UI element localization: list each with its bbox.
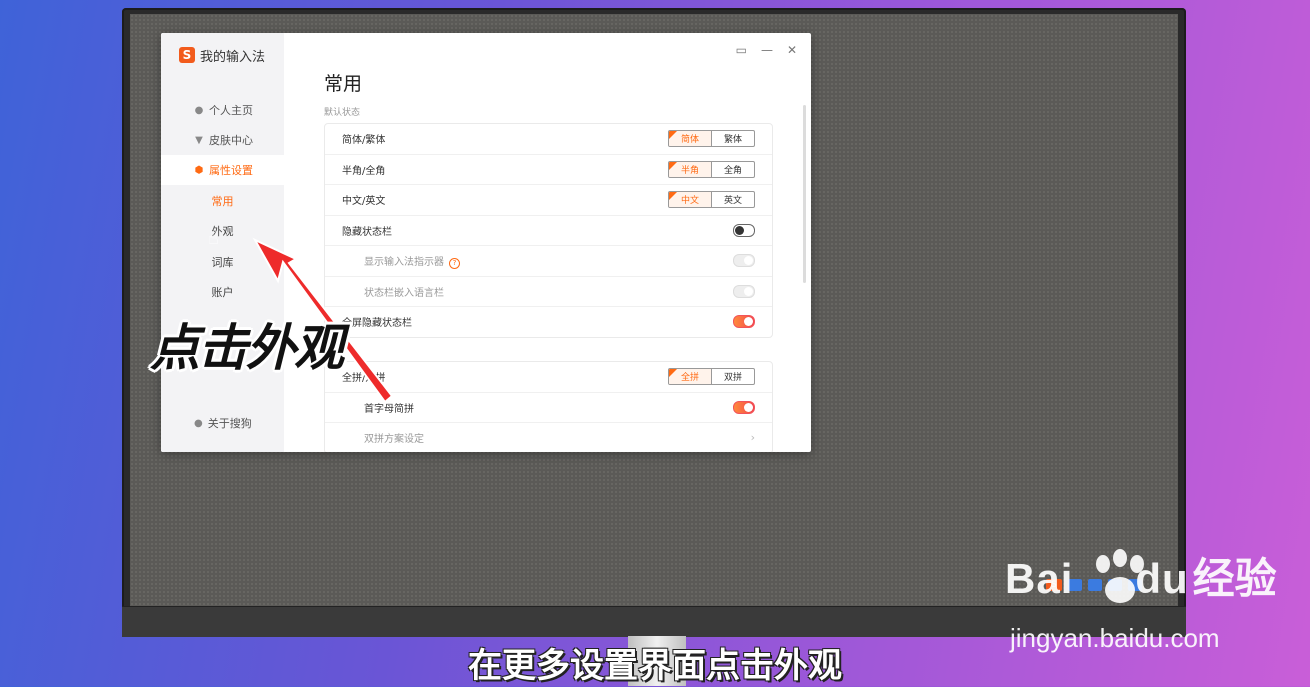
app-title: 我的输入法 <box>200 49 266 65</box>
setting-label: 状态栏嵌入语言栏 <box>364 287 444 299</box>
chinese-english-switch[interactable]: 中文 英文 <box>668 191 755 209</box>
sidebar-sub-appearance[interactable]: 外观 <box>161 216 284 246</box>
option-english[interactable]: 英文 <box>712 192 754 207</box>
option-fullwidth[interactable]: 全角 <box>712 162 754 177</box>
settings-card: 简体/繁体 简体 繁体 半角/全角 半角 全角 中文/英文 中文 英文 隐藏状态… <box>324 123 773 338</box>
watermark-brand-2: du <box>1135 555 1189 602</box>
sidebar-item-label: 属性设置 <box>209 164 253 177</box>
baidu-watermark: Bai du经验 <box>1005 545 1277 606</box>
overlay-big-text: 点击外观 <box>150 319 344 377</box>
watermark-brand: Bai <box>1005 555 1074 602</box>
option-double-pinyin[interactable]: 双拼 <box>712 369 754 384</box>
setting-label: 中文/英文 <box>342 196 386 208</box>
chevron-right-icon: › <box>750 431 755 445</box>
option-full-pinyin[interactable]: 全拼 <box>669 369 712 385</box>
setting-row: 隐藏状态栏 <box>325 216 772 246</box>
setting-row[interactable]: 双拼方案设定 › <box>325 423 772 452</box>
full-double-pinyin-switch[interactable]: 全拼 双拼 <box>668 368 755 386</box>
sidebar-sub-common[interactable]: 常用 <box>161 186 284 216</box>
option-simplified[interactable]: 简体 <box>669 131 712 147</box>
sidebar: S 我的输入法 ● 个人主页 ▼ 皮肤中心 ⬢ 属性设置 常用 外观 词库 账户… <box>161 33 284 452</box>
scrollbar[interactable] <box>803 105 806 283</box>
page-title: 常用 <box>324 73 363 95</box>
setting-label: 双拼方案设定 <box>364 434 424 446</box>
minimize-icon[interactable]: — <box>761 43 773 57</box>
feedback-icon[interactable]: ▭ <box>736 43 747 57</box>
sogou-logo-icon: S <box>179 47 195 63</box>
setting-label: 隐藏状态栏 <box>342 226 392 238</box>
setting-row: 显示输入法指示器? <box>325 246 772 277</box>
initial-abbrev-toggle[interactable] <box>733 400 755 414</box>
halfwidth-fullwidth-switch[interactable]: 半角 全角 <box>668 160 755 178</box>
info-icon: ● <box>194 417 203 429</box>
sidebar-sub-account[interactable]: 账户 <box>161 277 284 307</box>
setting-row: 中文/英文 中文 英文 <box>325 185 772 216</box>
video-caption: 在更多设置界面点击外观 <box>468 646 842 686</box>
setting-label: 全屏隐藏状态栏 <box>342 318 412 330</box>
sidebar-item-profile[interactable]: ● 个人主页 <box>161 95 284 125</box>
hand-cursor-icon: ☝ <box>208 228 219 249</box>
show-indicator-toggle <box>733 254 755 268</box>
sidebar-item-settings[interactable]: ⬢ 属性设置 <box>161 155 284 185</box>
settings-window: S 我的输入法 ● 个人主页 ▼ 皮肤中心 ⬢ 属性设置 常用 外观 词库 账户… <box>161 33 811 452</box>
simplified-traditional-switch[interactable]: 简体 繁体 <box>668 130 755 148</box>
setting-row: 半角/全角 半角 全角 <box>325 155 772 185</box>
sidebar-item-label: 个人主页 <box>209 104 253 117</box>
embed-langbar-toggle <box>733 284 755 298</box>
setting-label: 显示输入法指示器? <box>364 253 460 269</box>
setting-label: 全拼/双拼 <box>342 373 386 385</box>
setting-row: 全屏隐藏状态栏 <box>325 307 772 337</box>
setting-row: 首字母简拼 <box>325 393 772 423</box>
setting-row: 简体/繁体 简体 繁体 <box>325 124 772 155</box>
pinyin-card: 全拼/双拼 全拼 双拼 首字母简拼 双拼方案设定 › <box>324 361 773 452</box>
sidebar-item-about[interactable]: ● 关于搜狗 <box>161 413 284 433</box>
close-icon[interactable]: ✕ <box>787 43 797 57</box>
sidebar-item-skins[interactable]: ▼ 皮肤中心 <box>161 125 284 155</box>
option-chinese[interactable]: 中文 <box>669 192 712 208</box>
setting-label: 半角/全角 <box>342 165 386 177</box>
sidebar-sub-dictionary[interactable]: 词库 <box>161 247 284 277</box>
about-label: 关于搜狗 <box>207 417 252 430</box>
settings-icon: ⬢ <box>194 164 204 176</box>
sidebar-item-label: 皮肤中心 <box>209 134 253 147</box>
hide-statusbar-toggle[interactable] <box>733 223 755 237</box>
shirt-icon: ▼ <box>195 134 203 146</box>
person-icon: ● <box>194 104 204 116</box>
section-label: 默认状态 <box>324 108 361 118</box>
setting-label: 首字母简拼 <box>364 403 414 415</box>
option-halfwidth[interactable]: 半角 <box>669 161 712 177</box>
watermark-cn: 经验 <box>1192 554 1277 603</box>
setting-row: 全拼/双拼 全拼 双拼 <box>325 362 772 393</box>
titlebar-controls: ▭ — ✕ <box>736 43 797 57</box>
help-icon[interactable]: ? <box>449 257 460 269</box>
fullscreen-hide-toggle[interactable] <box>733 315 755 329</box>
setting-row: 状态栏嵌入语言栏 <box>325 277 772 307</box>
option-traditional[interactable]: 繁体 <box>712 131 754 146</box>
app-header: S 我的输入法 <box>179 45 265 65</box>
setting-label: 简体/繁体 <box>342 135 386 147</box>
